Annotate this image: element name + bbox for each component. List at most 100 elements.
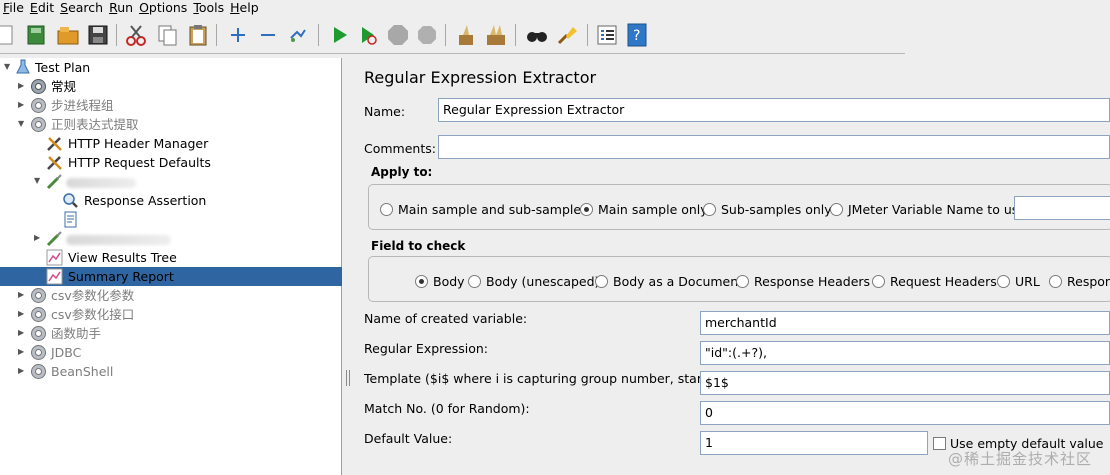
split-pane-divider[interactable] bbox=[343, 58, 353, 475]
radio-label: Request Headers bbox=[890, 273, 997, 289]
tree-item-thread-group[interactable]: ▶ JDBC bbox=[0, 343, 342, 362]
collapse-arrow-icon[interactable]: ▶ bbox=[18, 310, 26, 318]
expand-arrow-icon[interactable]: ▼ bbox=[4, 63, 12, 71]
variable-name-field[interactable]: merchantId bbox=[700, 311, 1110, 335]
collapse-icon[interactable] bbox=[255, 22, 281, 48]
function-helper-icon[interactable] bbox=[594, 22, 620, 48]
tree-item-thread-group[interactable]: ▶ BeanShell bbox=[0, 362, 342, 381]
radio-main-and-sub-samples[interactable]: Main sample and sub-samples bbox=[380, 201, 588, 217]
thread-group-icon bbox=[30, 306, 46, 322]
cut-icon[interactable] bbox=[123, 22, 149, 48]
radio-label: Main sample and sub-samples bbox=[398, 201, 588, 217]
comments-field[interactable] bbox=[438, 135, 1110, 159]
tree-item-label: 正则表达式提取 bbox=[51, 117, 139, 132]
expand-icon[interactable] bbox=[225, 22, 251, 48]
menu-run[interactable]: Run bbox=[106, 0, 136, 16]
template-label: Template ($i$ where i is capturing group… bbox=[364, 371, 751, 386]
apply-to-group: Main sample and sub-samples Main sample … bbox=[368, 184, 1110, 230]
radio-body-as-document[interactable]: Body as a Document bbox=[595, 273, 743, 289]
radio-body-unescaped[interactable]: Body (unescaped) bbox=[468, 273, 599, 289]
start-no-pauses-icon[interactable] bbox=[355, 22, 381, 48]
test-plan-tree: ▼ Test Plan ▶ 常规 ▶ 步进线程组 ▼ 正则表达式提取 HTTP … bbox=[0, 58, 342, 475]
radio-url[interactable]: URL bbox=[997, 273, 1040, 289]
tree-item-label: 函数助手 bbox=[51, 326, 102, 341]
thread-group-icon bbox=[30, 78, 46, 94]
menu-edit[interactable]: Edit bbox=[27, 0, 57, 16]
name-label: Name: bbox=[364, 104, 406, 119]
reset-search-icon[interactable] bbox=[554, 22, 580, 48]
tree-item-thread-group[interactable]: ▶ 函数助手 bbox=[0, 324, 342, 343]
collapse-arrow-icon[interactable]: ▶ bbox=[18, 367, 26, 375]
variable-name-label: Name of created variable: bbox=[364, 311, 528, 326]
toggle-icon[interactable] bbox=[285, 22, 311, 48]
collapse-arrow-icon[interactable]: ▶ bbox=[18, 348, 26, 356]
tree-item-label: Regular Expression Extractor bbox=[84, 212, 266, 227]
tree-item-response-assertion[interactable]: Response Assertion bbox=[0, 191, 342, 210]
clear-all-icon[interactable] bbox=[483, 22, 509, 48]
match-number-field[interactable]: 0 bbox=[700, 401, 1110, 425]
sampler-pipette-icon bbox=[46, 230, 62, 247]
radio-response-code[interactable]: Respon bbox=[1049, 273, 1110, 289]
radio-jmeter-variable[interactable]: JMeter Variable Name to use bbox=[830, 201, 1026, 217]
tree-item-sampler[interactable]: ▶ bbox=[0, 229, 342, 248]
tree-item-sampler[interactable]: ▼ bbox=[0, 172, 342, 191]
collapse-arrow-icon[interactable]: ▶ bbox=[18, 291, 26, 299]
start-icon[interactable] bbox=[326, 22, 352, 48]
tree-item-http-header-manager[interactable]: HTTP Header Manager bbox=[0, 134, 342, 153]
sampler-pipette-icon bbox=[46, 173, 62, 190]
save-icon[interactable] bbox=[85, 22, 111, 48]
tree-item-thread-group[interactable]: ▶ csv参数化参数 bbox=[0, 286, 342, 305]
template-field[interactable]: $1$ bbox=[700, 371, 1110, 395]
menu-options[interactable]: Options bbox=[136, 0, 190, 16]
radio-label: Body (unescaped) bbox=[486, 273, 600, 289]
menu-tools[interactable]: Tools bbox=[190, 0, 227, 16]
tree-item-thread-group[interactable]: ▼ 正则表达式提取 bbox=[0, 115, 342, 134]
radio-main-sample-only[interactable]: Main sample only bbox=[580, 201, 708, 217]
tree-item-thread-group[interactable]: ▶ 步进线程组 bbox=[0, 96, 342, 115]
tree-item-label: HTTP Request Defaults bbox=[68, 155, 211, 170]
help-icon[interactable]: ? bbox=[624, 22, 650, 48]
expand-arrow-icon[interactable]: ▼ bbox=[34, 177, 42, 185]
menu-file[interactable]: File bbox=[0, 0, 27, 16]
templates-icon[interactable] bbox=[24, 22, 50, 48]
menu-help[interactable]: Help bbox=[227, 0, 262, 16]
tree-item-http-request-defaults[interactable]: HTTP Request Defaults bbox=[0, 153, 342, 172]
new-icon[interactable] bbox=[0, 22, 18, 48]
radio-sub-samples-only[interactable]: Sub-samples only bbox=[703, 201, 832, 217]
jmeter-variable-field[interactable] bbox=[1014, 196, 1110, 220]
default-value-label: Default Value: bbox=[364, 431, 453, 446]
regex-field[interactable]: "id":(.+?), bbox=[700, 341, 1110, 365]
field-to-check-title: Field to check bbox=[371, 239, 466, 253]
copy-icon[interactable] bbox=[155, 22, 181, 48]
radio-label: Response Headers bbox=[754, 273, 871, 289]
svg-text:?: ? bbox=[633, 28, 640, 44]
clear-icon[interactable] bbox=[453, 22, 479, 48]
paste-icon[interactable] bbox=[185, 22, 211, 48]
apply-to-title: Apply to: bbox=[371, 165, 433, 179]
tree-item-thread-group[interactable]: ▶ 常规 bbox=[0, 77, 342, 96]
tree-item-summary-report[interactable]: Summary Report bbox=[0, 267, 342, 286]
collapse-arrow-icon[interactable]: ▶ bbox=[18, 101, 26, 109]
extractor-config-panel: Regular Expression Extractor Name: Regul… bbox=[353, 58, 1110, 475]
radio-request-headers[interactable]: Request Headers bbox=[872, 273, 997, 289]
config-wrench-icon bbox=[46, 135, 62, 151]
thread-group-icon bbox=[30, 325, 46, 341]
splitter-grip-icon[interactable] bbox=[346, 370, 350, 386]
radio-body[interactable]: Body bbox=[415, 273, 465, 289]
open-icon[interactable] bbox=[55, 22, 81, 48]
default-value-field[interactable]: 1 bbox=[700, 431, 928, 455]
radio-response-headers[interactable]: Response Headers bbox=[736, 273, 870, 289]
search-icon[interactable] bbox=[524, 22, 550, 48]
tree-item-view-results-tree[interactable]: View Results Tree bbox=[0, 248, 342, 267]
tree-item-regular-expression-extractor[interactable]: Regular Expression Extractor bbox=[0, 210, 342, 229]
collapse-arrow-icon[interactable]: ▶ bbox=[18, 82, 26, 90]
tree-item-test-plan[interactable]: ▼ Test Plan bbox=[0, 58, 342, 77]
regex-label: Regular Expression: bbox=[364, 341, 488, 356]
tree-item-thread-group[interactable]: ▶ csv参数化接口 bbox=[0, 305, 342, 324]
menu-search[interactable]: Search bbox=[57, 0, 106, 16]
collapse-arrow-icon[interactable]: ▶ bbox=[34, 234, 42, 242]
expand-arrow-icon[interactable]: ▼ bbox=[18, 120, 26, 128]
menu-bar: File Edit Search Run Options Tools Help bbox=[0, 0, 1110, 16]
name-field[interactable]: Regular Expression Extractor bbox=[438, 98, 1110, 122]
collapse-arrow-icon[interactable]: ▶ bbox=[18, 329, 26, 337]
